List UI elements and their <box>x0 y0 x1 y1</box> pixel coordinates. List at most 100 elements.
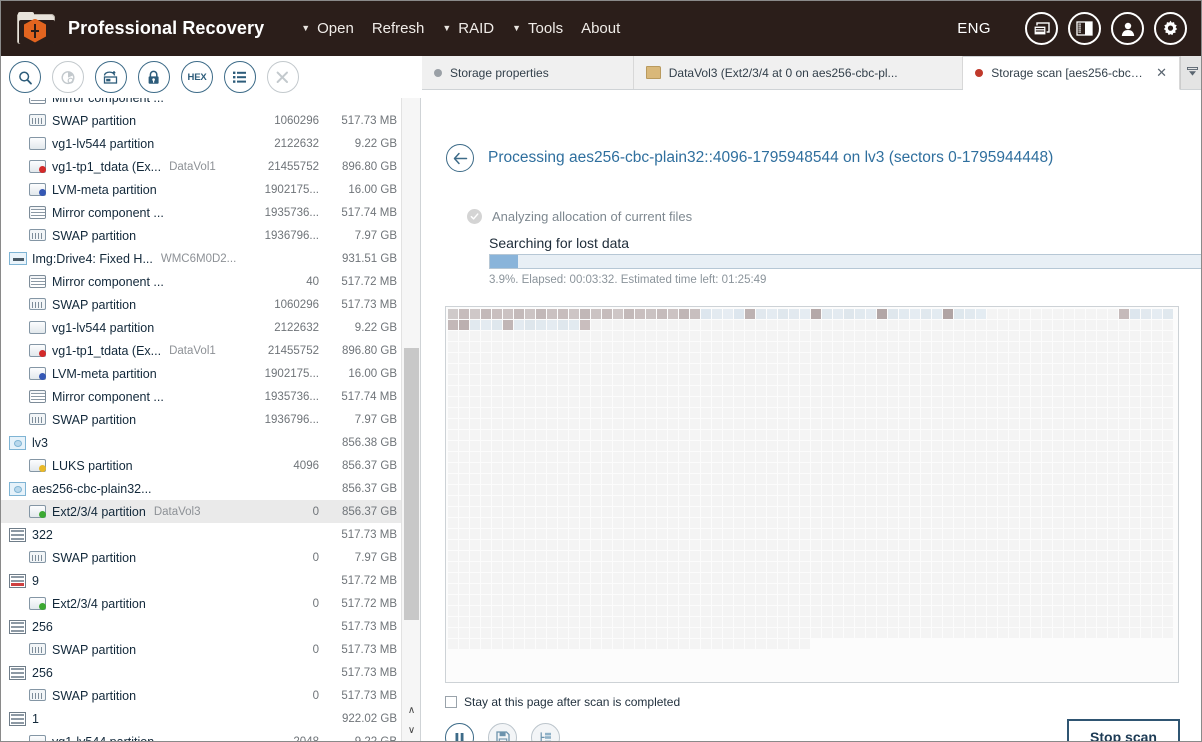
sector-cell <box>756 540 766 550</box>
menu-item-open[interactable]: ▼ Open <box>292 16 363 41</box>
tree-row[interactable]: vg1-lv544 partition 2048 9.22 GB <box>1 730 401 741</box>
tree-row[interactable]: 322 517.73 MB <box>1 523 401 546</box>
panel-layout-icon[interactable] <box>1068 12 1101 45</box>
panel-layout-glyph <box>1076 21 1093 36</box>
tab-item[interactable]: Storage properties <box>422 56 634 89</box>
sector-cell <box>1130 408 1140 418</box>
tree-scrollbar-thumb[interactable] <box>404 348 419 620</box>
settings-gear-icon[interactable] <box>1154 12 1187 45</box>
tree-row[interactable]: SWAP partition 0 517.73 MB <box>1 684 401 707</box>
sector-cell <box>536 496 546 506</box>
sector-cell <box>646 518 656 528</box>
tree-row[interactable]: SWAP partition 1060296 517.73 MB <box>1 109 401 132</box>
sector-cell <box>536 441 546 451</box>
sector-cell <box>910 342 920 352</box>
sector-cell <box>635 595 645 605</box>
tree-row[interactable]: 9 517.72 MB <box>1 569 401 592</box>
menu-item-refresh[interactable]: Refresh <box>363 16 434 41</box>
tree-row-selected[interactable]: Ext2/3/4 partition DataVol3 0 856.37 GB <box>1 500 401 523</box>
lock-icon[interactable] <box>138 61 170 93</box>
tree-row[interactable]: Mirror component ... <box>1 98 401 109</box>
storage-tree[interactable]: Mirror component ...SWAP partition106029… <box>1 98 421 741</box>
menu-item-raid[interactable]: ▼ RAID <box>433 16 503 41</box>
sector-cell <box>899 595 909 605</box>
scan-sector-map[interactable] <box>445 306 1179 683</box>
tree-row[interactable]: SWAP partition 1936796... 7.97 GB <box>1 224 401 247</box>
sector-cell <box>877 485 887 495</box>
back-arrow-icon[interactable] <box>446 144 474 172</box>
tree-row[interactable]: Ext2/3/4 partition 0 517.72 MB <box>1 592 401 615</box>
menu-item-tools[interactable]: ▼ Tools <box>503 16 572 41</box>
sector-cell <box>855 573 865 583</box>
language-indicator[interactable]: ENG <box>957 20 991 37</box>
tree-row[interactable]: vg1-tp1_tdata (Ex... DataVol1 21455752 896.… <box>1 155 401 178</box>
sector-cell <box>1086 386 1096 396</box>
tab-list-dropdown-icon[interactable] <box>1180 56 1201 89</box>
sector-cell <box>1075 485 1085 495</box>
tab-item[interactable]: DataVol3 (Ext2/3/4 at 0 on aes256-cbc-pl… <box>633 56 964 89</box>
open-image-icon[interactable] <box>95 61 127 93</box>
sector-cell <box>591 639 601 649</box>
tree-row-size: 856.37 GB <box>342 482 397 495</box>
tree-row[interactable]: SWAP partition 0 517.73 MB <box>1 638 401 661</box>
stay-on-page-checkbox[interactable] <box>445 696 457 708</box>
tree-row[interactable]: lv3 856.38 GB <box>1 431 401 454</box>
tree-row[interactable]: SWAP partition 0 7.97 GB <box>1 546 401 569</box>
windows-icon[interactable] <box>1025 12 1058 45</box>
sector-cell <box>1152 419 1162 429</box>
sector-cell <box>602 540 612 550</box>
tree-row[interactable]: Img:Drive4: Fixed H... WMC6M0D2... 931.51 … <box>1 247 401 270</box>
sector-cell <box>690 353 700 363</box>
sector-cell <box>712 485 722 495</box>
save-scan-button[interactable] <box>488 723 517 741</box>
sector-cell <box>844 606 854 616</box>
scan-tree-button[interactable] <box>531 723 560 741</box>
sector-cell <box>1141 496 1151 506</box>
menu-item-about[interactable]: About <box>572 16 629 41</box>
stop-scan-button[interactable]: Stop scan <box>1067 719 1180 741</box>
sector-cell <box>888 397 898 407</box>
tree-row[interactable]: SWAP partition 1936796... 7.97 GB <box>1 408 401 431</box>
sector-cell <box>910 573 920 583</box>
tree-row[interactable]: aes256-cbc-plain32... 856.37 GB <box>1 477 401 500</box>
tree-row[interactable]: SWAP partition 1060296 517.73 MB <box>1 293 401 316</box>
sector-cell <box>1075 331 1085 341</box>
tree-row[interactable]: vg1-lv544 partition 2122632 9.22 GB <box>1 132 401 155</box>
tree-row[interactable]: LUKS partition 4096 856.37 GB <box>1 454 401 477</box>
back-arrow-glyph <box>453 152 467 164</box>
tree-row[interactable]: 256 517.73 MB <box>1 615 401 638</box>
scroll-up-arrow-icon[interactable]: ∧ <box>402 701 421 720</box>
tree-row[interactable]: 1 922.02 GB <box>1 707 401 730</box>
tree-row[interactable]: Mirror component ... 1935736... 517.74 MB <box>1 201 401 224</box>
tree-row[interactable]: Mirror component ... 40 517.72 MB <box>1 270 401 293</box>
sector-cell <box>1097 595 1107 605</box>
scan-magnifier-icon[interactable] <box>9 61 41 93</box>
sector-cell <box>459 628 469 638</box>
sector-cell <box>745 540 755 550</box>
sector-cell <box>591 529 601 539</box>
user-account-icon[interactable] <box>1111 12 1144 45</box>
sector-cell <box>668 309 678 319</box>
sector-cell <box>668 474 678 484</box>
tab-item-active[interactable]: Storage scan [aes256-cbc-plain32::40...✕ <box>963 56 1180 90</box>
tree-row-label: vg1-lv544 partition <box>52 136 155 151</box>
stay-on-page-checkbox-row[interactable]: Stay at this page after scan is complete… <box>445 695 680 709</box>
tree-row[interactable]: LVM-meta partition 1902175... 16.00 GB <box>1 178 401 201</box>
sector-cell <box>448 540 458 550</box>
tree-row[interactable]: 256 517.73 MB <box>1 661 401 684</box>
tree-row[interactable]: vg1-lv544 partition 2122632 9.22 GB <box>1 316 401 339</box>
sector-cell <box>448 353 458 363</box>
tree-row[interactable]: LVM-meta partition 1902175... 16.00 GB <box>1 362 401 385</box>
tree-row[interactable]: vg1-tp1_tdata (Ex... DataVol1 21455752 896.… <box>1 339 401 362</box>
tree-scrollbar[interactable]: ∧ ∨ <box>401 98 421 741</box>
hex-viewer-icon[interactable]: HEX <box>181 61 213 93</box>
sector-cell <box>1141 419 1151 429</box>
tree-row[interactable]: Mirror component ... 1935736... 517.74 MB <box>1 385 401 408</box>
sector-cell <box>470 309 480 319</box>
sector-cell <box>954 364 964 374</box>
open-image-icon-glyph <box>103 70 118 84</box>
tab-close-icon[interactable]: ✕ <box>1156 65 1167 81</box>
pause-scan-button[interactable] <box>445 723 474 741</box>
scroll-down-arrow-icon[interactable]: ∨ <box>402 721 421 740</box>
list-view-icon[interactable] <box>224 61 256 93</box>
